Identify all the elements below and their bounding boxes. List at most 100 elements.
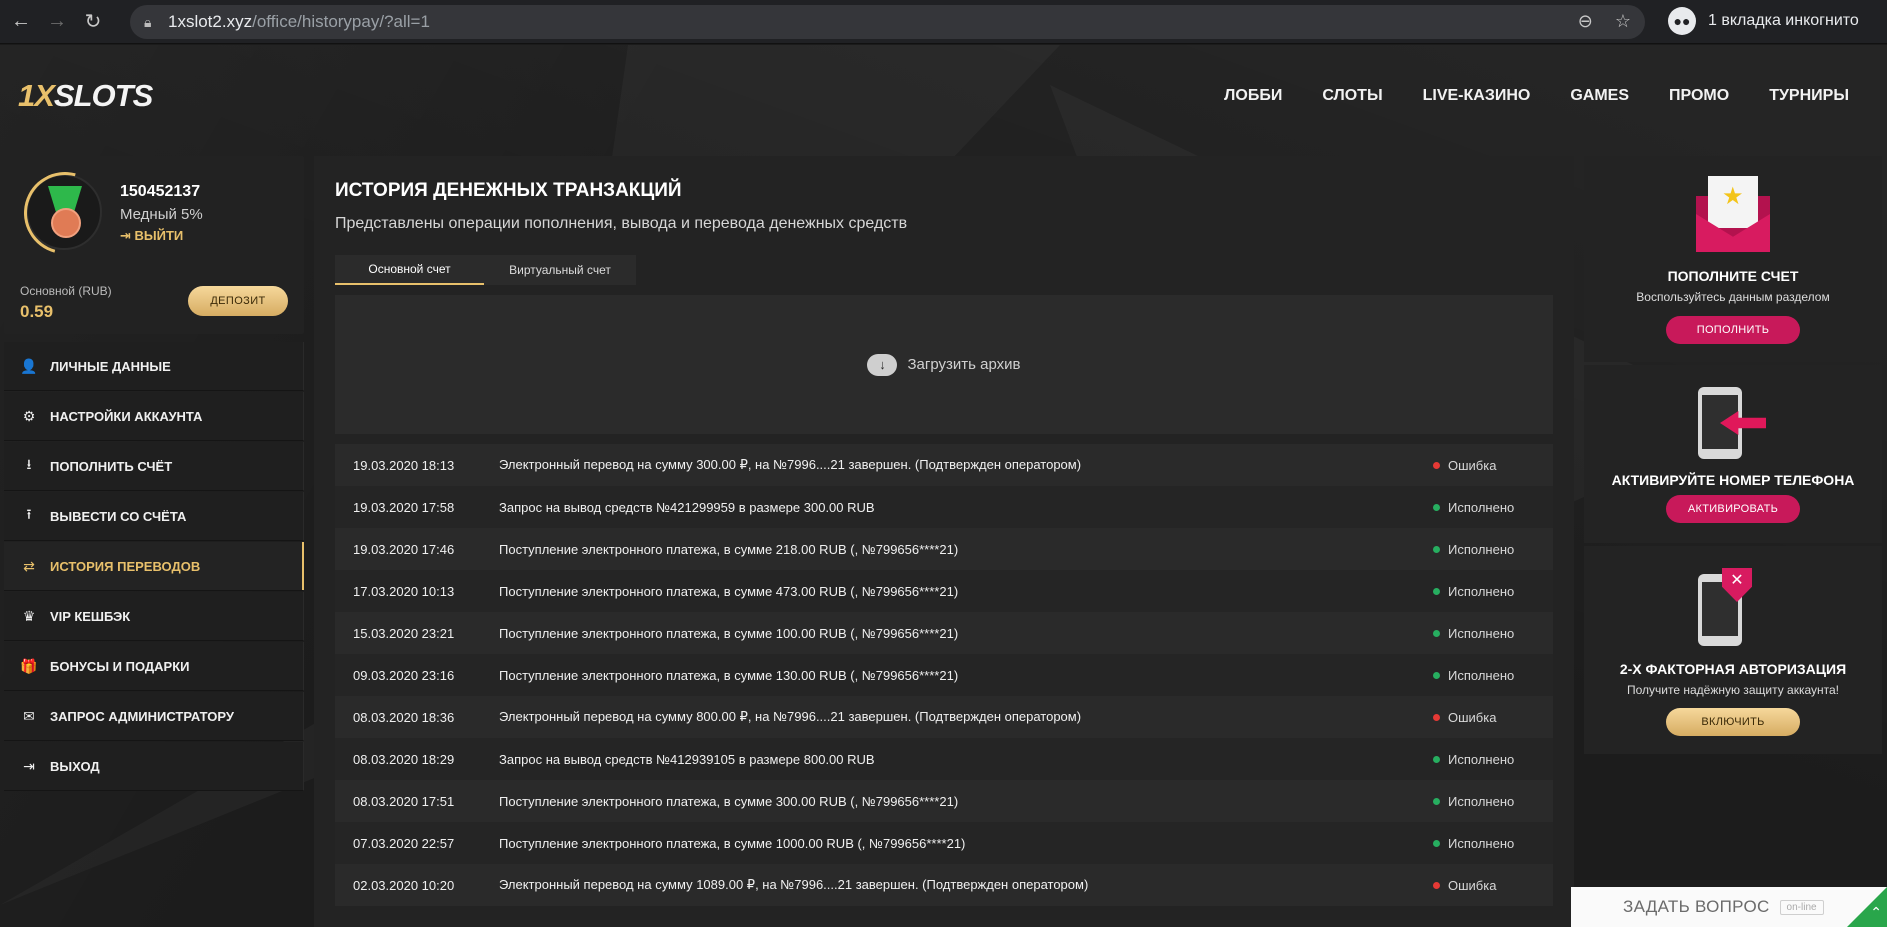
account-tabs: Основной счет Виртуальный счет [335,255,636,285]
tx-date: 08.03.2020 17:51 [353,793,455,809]
sidebar-item-1[interactable]: ⚙ НАСТРОЙКИ АККАУНТА [4,392,304,441]
status-badge: Исполнено [1433,794,1553,809]
nav-lobby[interactable]: ЛОББИ [1224,87,1282,105]
table-row: 15.03.2020 23:21 Поступление электронного… [335,612,1553,654]
sidebar-item-0[interactable]: 👤 ЛИЧНЫЕ ДАННЫЕ [4,342,304,391]
lock-icon: 🔒︎ [144,13,152,30]
nav-promo[interactable]: ПРОМО [1669,87,1729,105]
tab-virtual-account[interactable]: Виртуальный счет [484,255,636,285]
logout-icon: ⇥ [120,228,135,243]
site-header: 1XSLOTS ЛОББИ СЛОТЫ LIVE-КАЗИНО GAMES ПР… [0,45,1887,148]
status-label: Исполнено [1448,751,1515,767]
sidebar-item-8[interactable]: ⇥ ВЫХОД [4,742,304,791]
promo-deposit: ★ ПОПОЛНИТЕ СЧЕТ Воспользуйтесь данным р… [1584,156,1882,362]
tx-date: 08.03.2020 18:29 [353,751,455,767]
phone-shield-icon: ✕ [1698,568,1752,646]
status-label: Исполнено [1448,667,1515,683]
logout-link[interactable]: ⇥ ВЫЙТИ [120,228,183,244]
promo-2fa-button[interactable]: ВКЛЮЧИТЬ [1666,708,1800,736]
status-badge: Исполнено [1433,542,1553,557]
status-label: Исполнено [1448,793,1515,809]
zoom-icon[interactable]: ⊖ [1578,11,1593,32]
sidebar-item-3[interactable]: ⭱ ВЫВЕСТИ СО СЧЁТА [4,492,304,541]
success-dot-icon [1433,839,1440,847]
tx-description: Электронный перевод на сумму 1089.00 ₽, … [499,877,1089,892]
error-dot-icon [1433,881,1440,889]
status-badge: Ошибка [1433,710,1553,725]
tx-description: Поступление электронного платежа, в сумм… [499,583,959,599]
sidebar-item-label: ЗАПРОС АДМИНИСТРАТОРУ [50,708,234,724]
transactions-panel: ИСТОРИЯ ДЕНЕЖНЫХ ТРАНЗАКЦИЙ Представлены… [314,156,1574,927]
incognito-indicator[interactable]: ●● 1 вкладка инкогнито [1668,7,1859,35]
gift-icon: 🎁 [20,657,38,674]
success-dot-icon [1433,629,1440,637]
sidebar-item-label: НАСТРОЙКИ АККАУНТА [50,408,203,424]
sidebar-item-7[interactable]: ✉ ЗАПРОС АДМИНИСТРАТОРУ [4,692,304,741]
table-row: 08.03.2020 18:29 Запрос на вывод средств … [335,738,1553,780]
browser-toolbar: ← → ↻ 🔒︎ 1xslot2.xyz/office/historypay/?… [0,0,1887,44]
error-dot-icon [1433,461,1440,469]
tx-description: Электронный перевод на сумму 800.00 ₽, н… [499,709,1082,724]
error-dot-icon [1433,713,1440,721]
forward-arrow-icon[interactable]: → [42,7,72,37]
user-rank: Медный 5% [120,206,203,223]
tx-date: 19.03.2020 18:13 [353,457,455,473]
tx-description: Электронный перевод на сумму 300.00 ₽, н… [499,457,1082,472]
sidebar-item-6[interactable]: 🎁 БОНУСЫ И ПОДАРКИ [4,642,304,691]
url-text: 1xslot2.xyz/office/historypay/?all=1 [168,12,430,31]
ask-question-widget[interactable]: ЗАДАТЬ ВОПРОС on-line ⌃ [1571,887,1887,927]
sidebar-item-4[interactable]: ⇄ ИСТОРИЯ ПЕРЕВОДОВ [4,542,304,591]
success-dot-icon [1433,755,1440,763]
reload-icon[interactable]: ↻ [78,7,108,37]
sidebar-item-2[interactable]: ⭳ ПОПОЛНИТЬ СЧЁТ [4,442,304,491]
address-bar[interactable]: 🔒︎ 1xslot2.xyz/office/historypay/?all=1 … [130,5,1645,39]
success-dot-icon [1433,671,1440,679]
account-menu: 👤 ЛИЧНЫЕ ДАННЫЕ ⚙ НАСТРОЙКИ АККАУНТА ⭳ ПОПОЛН… [4,342,304,791]
bookmark-star-icon[interactable]: ☆ [1615,11,1631,32]
table-row: 19.03.2020 17:58 Запрос на вывод средств … [335,486,1553,528]
success-dot-icon [1433,587,1440,595]
back-arrow-icon[interactable]: ← [6,7,36,37]
tab-main-account[interactable]: Основной счет [335,255,484,285]
status-badge: Исполнено [1433,668,1553,683]
crown-icon: ♛ [22,607,36,624]
envelope-icon: ✉ [23,707,35,724]
nav-live-casino[interactable]: LIVE-КАЗИНО [1423,87,1531,105]
sidebar-item-label: БОНУСЫ И ПОДАРКИ [50,658,190,674]
download-archive-button[interactable]: ↓ Загрузить архив [335,295,1553,434]
promo-column: ★ ПОПОЛНИТЕ СЧЕТ Воспользуйтесь данным р… [1584,156,1882,757]
exit-icon: ⇥ [23,757,35,774]
promo-phone-button[interactable]: АКТИВИРОВАТЬ [1666,495,1800,523]
tx-description: Поступление электронного платежа, в сумм… [499,835,966,851]
site-logo[interactable]: 1XSLOTS [18,78,153,114]
nav-slots[interactable]: СЛОТЫ [1322,87,1382,105]
table-row: 08.03.2020 18:36 Электронный перевод на с… [335,696,1553,738]
nav-games[interactable]: GAMES [1570,87,1629,105]
table-row: 02.03.2020 10:20 Электронный перевод на с… [335,864,1553,906]
page-subtitle: Представлены операции пополнения, вывода… [335,215,908,232]
promo-deposit-button[interactable]: ПОПОЛНИТЬ [1666,316,1800,344]
tx-description: Запрос на вывод средств №412939105 в раз… [499,751,875,767]
nav-tournaments[interactable]: ТУРНИРЫ [1769,87,1849,105]
tx-description: Поступление электронного платежа, в сумм… [499,667,959,683]
transactions-list: 19.03.2020 18:13 Электронный перевод на с… [335,444,1553,906]
table-row: 19.03.2020 17:46 Поступление электронного… [335,528,1553,570]
chevron-up-icon[interactable]: ⌃ [1847,887,1887,927]
status-label: Исполнено [1448,541,1515,557]
table-row: 07.03.2020 22:57 Поступление электронного… [335,822,1553,864]
deposit-button[interactable]: ДЕПОЗИТ [188,286,288,316]
envelope-star-icon: ★ [1696,174,1770,252]
tx-date: 15.03.2020 23:21 [353,625,455,641]
tx-date: 02.03.2020 10:20 [353,877,455,893]
sidebar-item-label: ЛИЧНЫЕ ДАННЫЕ [50,358,171,374]
status-badge: Ошибка [1433,458,1553,473]
transfer-icon: ⇄ [23,557,35,574]
upload-icon: ⭱ [26,506,32,522]
promo-2fa-title: 2-Х ФАКТОРНАЯ АВТОРИЗАЦИЯ [1619,661,1847,677]
online-badge: on-line [1779,899,1824,915]
status-label: Ошибка [1448,877,1497,893]
status-label: Ошибка [1448,457,1497,473]
promo-phone: АКТИВИРУЙТЕ НОМЕР ТЕЛЕФОНА АКТИВИРОВАТЬ [1584,365,1882,543]
account-balance: 0.59 [20,302,54,321]
sidebar-item-5[interactable]: ♛ VIP КЕШБЭК [4,592,304,641]
